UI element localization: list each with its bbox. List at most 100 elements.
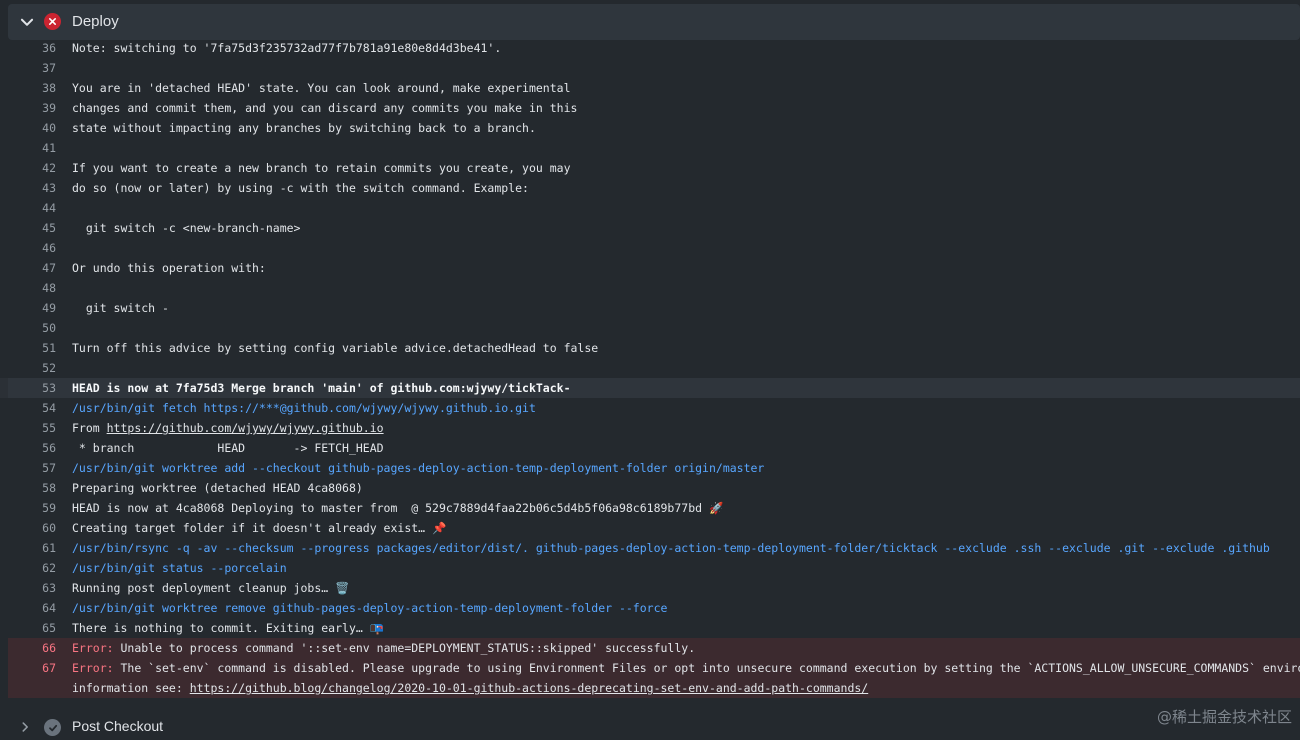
log-text: Preparing worktree (detached HEAD 4ca806… xyxy=(72,481,363,495)
error-label: Error: xyxy=(72,641,114,655)
log-text: There is nothing to commit. Exiting earl… xyxy=(72,621,385,635)
log-prefix: From xyxy=(72,421,107,435)
chevron-down-icon[interactable] xyxy=(18,13,36,31)
line-number[interactable]: 60 xyxy=(8,518,56,538)
check-circle-icon xyxy=(44,719,61,736)
log-text: /usr/bin/git fetch https://***@github.co… xyxy=(72,401,536,415)
deploy-step-header[interactable]: Deploy xyxy=(8,4,1300,40)
error-label: Error: xyxy=(72,661,114,675)
log-line: 37 xyxy=(0,58,1300,78)
log-line: 45 git switch -c <new-branch-name> xyxy=(0,218,1300,238)
line-number[interactable]: 58 xyxy=(8,478,56,498)
log-text: git switch -c <new-branch-name> xyxy=(72,221,301,235)
line-number[interactable]: 47 xyxy=(8,258,56,278)
log-line: 50 xyxy=(0,318,1300,338)
log-text: From https://github.com/wjywy/wjywy.gith… xyxy=(72,418,384,438)
log-line: 66 Error: Unable to process command '::se… xyxy=(8,638,1300,658)
log-line: 44 xyxy=(0,198,1300,218)
log-text: Error: Unable to process command '::set-… xyxy=(72,638,695,658)
log-text: * branch HEAD -> FETCH_HEAD xyxy=(72,441,384,455)
log-line: 60 Creating target folder if it doesn't a… xyxy=(0,518,1300,538)
log-line: 42 If you want to create a new branch to … xyxy=(0,158,1300,178)
log-text: git switch - xyxy=(72,301,169,315)
log-line: 40 state without impacting any branches b… xyxy=(0,118,1300,138)
log-text: HEAD is now at 4ca8068 Deploying to mast… xyxy=(72,501,724,515)
log-line: 67 Error: The `set-env` command is disabl… xyxy=(8,658,1300,678)
log-text: do so (now or later) by using -c with th… xyxy=(72,181,529,195)
error-message: Unable to process command '::set-env nam… xyxy=(113,641,696,655)
line-number[interactable]: 36 xyxy=(8,38,56,58)
watermark: @稀土掘金技术社区 xyxy=(1156,708,1292,726)
log-line: 43 do so (now or later) by using -c with … xyxy=(0,178,1300,198)
line-number[interactable]: 37 xyxy=(8,58,56,78)
line-number[interactable]: 53 xyxy=(8,378,56,398)
log-line: 38 You are in 'detached HEAD' state. You … xyxy=(0,78,1300,98)
log-text: Note: switching to '7fa75d3f235732ad77f7… xyxy=(72,41,502,55)
log-line: 65 There is nothing to commit. Exiting ea… xyxy=(0,618,1300,638)
step-title: Deploy xyxy=(72,13,119,30)
log-output: 36 Note: switching to '7fa75d3f235732ad77… xyxy=(0,38,1300,698)
line-number[interactable]: 57 xyxy=(8,458,56,478)
log-text: /usr/bin/git status --porcelain xyxy=(72,561,287,575)
line-number[interactable]: 51 xyxy=(8,338,56,358)
line-number[interactable]: 41 xyxy=(8,138,56,158)
log-line: 46 xyxy=(0,238,1300,258)
line-number[interactable]: 61 xyxy=(8,538,56,558)
line-number[interactable]: 54 xyxy=(8,398,56,418)
log-text: changes and commit them, and you can dis… xyxy=(72,101,578,115)
log-text: Turn off this advice by setting config v… xyxy=(72,341,599,355)
line-number[interactable]: 52 xyxy=(8,358,56,378)
log-text: HEAD is now at 7fa75d3 Merge branch 'mai… xyxy=(72,381,571,395)
log-line: 56 * branch HEAD -> FETCH_HEAD xyxy=(0,438,1300,458)
log-text: /usr/bin/rsync -q -av --checksum --progr… xyxy=(72,541,1270,555)
line-number[interactable]: 38 xyxy=(8,78,56,98)
log-text: /usr/bin/git worktree add --checkout git… xyxy=(72,461,765,475)
log-line: 53 HEAD is now at 7fa75d3 Merge branch 'm… xyxy=(0,378,1300,398)
log-text: If you want to create a new branch to re… xyxy=(72,161,571,175)
log-line: 51 Turn off this advice by setting config… xyxy=(0,338,1300,358)
line-number[interactable]: 48 xyxy=(8,278,56,298)
line-number[interactable]: 39 xyxy=(8,98,56,118)
log-text: information see: https://github.blog/cha… xyxy=(72,678,868,698)
line-number[interactable]: 43 xyxy=(8,178,56,198)
log-link[interactable]: https://github.blog/changelog/2020-10-01… xyxy=(190,681,869,695)
log-line: 47 Or undo this operation with: xyxy=(0,258,1300,278)
log-line: 54/usr/bin/git fetch https://***@github.… xyxy=(0,398,1300,418)
line-number[interactable]: 55 xyxy=(8,418,56,438)
line-number[interactable]: 42 xyxy=(8,158,56,178)
log-line: 63 Running post deployment cleanup jobs… … xyxy=(0,578,1300,598)
log-prefix: information see: xyxy=(72,681,190,695)
log-line: 55 From https://github.com/wjywy/wjywy.gi… xyxy=(0,418,1300,438)
log-line: 52 xyxy=(0,358,1300,378)
chevron-right-icon[interactable] xyxy=(18,720,32,734)
line-number[interactable]: 66 xyxy=(8,638,56,658)
log-line: 64/usr/bin/git worktree remove github-pa… xyxy=(0,598,1300,618)
log-link[interactable]: https://github.com/wjywy/wjywy.github.io xyxy=(107,421,384,435)
line-number[interactable]: 56 xyxy=(8,438,56,458)
log-text: Error: The `set-env` command is disabled… xyxy=(72,658,1300,678)
log-line: 39 changes and commit them, and you can d… xyxy=(0,98,1300,118)
line-number[interactable]: 67 xyxy=(8,658,56,678)
log-line: information see: https://github.blog/cha… xyxy=(8,678,1300,698)
post-checkout-step-header[interactable]: Post Checkout xyxy=(8,716,1300,740)
log-line: 58 Preparing worktree (detached HEAD 4ca8… xyxy=(0,478,1300,498)
line-number[interactable]: 64 xyxy=(8,598,56,618)
log-line: 49 git switch - xyxy=(0,298,1300,318)
line-number[interactable]: 50 xyxy=(8,318,56,338)
line-number[interactable]: 44 xyxy=(8,198,56,218)
log-line: 61/usr/bin/rsync -q -av --checksum --pro… xyxy=(0,538,1300,558)
log-text: Or undo this operation with: xyxy=(72,261,266,275)
log-text: You are in 'detached HEAD' state. You ca… xyxy=(72,81,571,95)
next-step-title: Post Checkout xyxy=(72,718,164,734)
log-line: 48 xyxy=(0,278,1300,298)
line-number[interactable]: 40 xyxy=(8,118,56,138)
line-number[interactable]: 49 xyxy=(8,298,56,318)
line-number[interactable]: 59 xyxy=(8,498,56,518)
log-text: Creating target folder if it doesn't alr… xyxy=(72,521,447,535)
line-number[interactable]: 65 xyxy=(8,618,56,638)
line-number[interactable]: 63 xyxy=(8,578,56,598)
log-line: 41 xyxy=(0,138,1300,158)
line-number[interactable]: 46 xyxy=(8,238,56,258)
line-number[interactable]: 62 xyxy=(8,558,56,578)
line-number[interactable]: 45 xyxy=(8,218,56,238)
